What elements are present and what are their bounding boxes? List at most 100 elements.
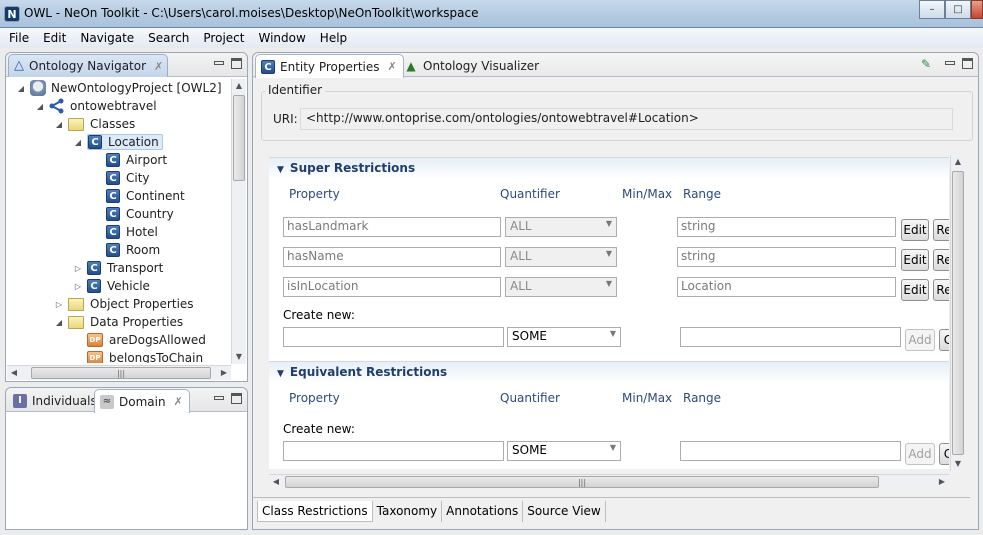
tree-item-content[interactable]: C Country: [106, 207, 174, 221]
scroll-thumb[interactable]: [233, 95, 245, 181]
property-field[interactable]: hasName: [283, 247, 501, 267]
tree-item-content[interactable]: C City: [106, 171, 150, 185]
tree-item[interactable]: C Country: [92, 205, 174, 223]
tree-item[interactable]: C Airport: [92, 151, 167, 169]
menu-help[interactable]: Help: [313, 28, 354, 48]
add-button[interactable]: Add: [905, 443, 935, 465]
scroll-thumb[interactable]: [952, 171, 964, 455]
scroll-thumb[interactable]: |||: [285, 476, 879, 488]
menu-window[interactable]: Window: [251, 28, 312, 48]
tab-ontology-navigator[interactable]: △ Ontology Navigator ✗: [8, 54, 168, 77]
equivalent-restrictions-header[interactable]: ▼ Equivalent Restrictions: [269, 361, 949, 383]
tree-item[interactable]: ◢ NewOntologyProject [OWL2]: [16, 79, 222, 97]
menu-navigate[interactable]: Navigate: [73, 28, 141, 48]
quantifier-combo[interactable]: ALL ▼: [505, 217, 617, 237]
expanded-twisty-icon[interactable]: ◢: [16, 84, 26, 93]
close-tab-icon[interactable]: ✗: [174, 395, 183, 408]
tree-item[interactable]: C Hotel: [92, 223, 158, 241]
scroll-thumb[interactable]: |||: [31, 367, 211, 379]
tree-item[interactable]: ◢ ontowebtravel: [35, 97, 157, 115]
add-button[interactable]: Add: [905, 329, 935, 351]
remove-button[interactable]: Re: [933, 219, 949, 241]
scroll-left-arrow[interactable]: ◀: [269, 475, 283, 489]
menu-search[interactable]: Search: [141, 28, 196, 48]
maximize-view-icon[interactable]: [962, 58, 973, 69]
new-range-field[interactable]: [680, 441, 901, 461]
tree-horizontal-scrollbar[interactable]: ◀ ||| ▶: [7, 365, 231, 380]
property-field[interactable]: hasLandmark: [283, 217, 501, 237]
minimize-view-icon[interactable]: [214, 396, 224, 400]
edit-pin-icon[interactable]: ✎: [921, 57, 931, 71]
tab-annotations[interactable]: Annotations: [442, 501, 524, 522]
tree-item[interactable]: C Continent: [92, 187, 185, 205]
tab-individuals[interactable]: I Individuals: [8, 389, 103, 412]
form-vertical-scrollbar[interactable]: ▲ ▼: [950, 155, 965, 471]
expanded-twisty-icon[interactable]: ◢: [54, 318, 64, 327]
tree-item-content[interactable]: C Airport: [106, 153, 167, 167]
uri-field[interactable]: <http://www.ontoprise.com/ontologies/ont…: [300, 108, 953, 130]
tree-item-content[interactable]: C Transport: [87, 261, 163, 275]
tree-item[interactable]: C City: [92, 169, 150, 187]
edit-button[interactable]: Edit: [901, 279, 929, 301]
tree-item-content[interactable]: DP areDogsAllowed: [87, 333, 206, 347]
close-tab-icon[interactable]: ✗: [154, 60, 163, 73]
tree-item[interactable]: DP areDogsAllowed: [73, 331, 206, 349]
tree-vertical-scrollbar[interactable]: ▲ ▼: [231, 79, 246, 364]
tree-item[interactable]: C Room: [92, 241, 160, 259]
scroll-right-arrow[interactable]: ▶: [217, 366, 231, 380]
tab-ontology-visualizer[interactable]: ▲ Ontology Visualizer: [399, 54, 545, 77]
quantifier-combo[interactable]: ALL ▼: [505, 277, 617, 297]
tree-item[interactable]: ◢ C Location: [73, 133, 163, 151]
edit-button[interactable]: Edit: [901, 219, 929, 241]
scroll-up-arrow[interactable]: ▲: [232, 79, 246, 93]
remove-button[interactable]: Re: [933, 279, 949, 301]
scroll-down-arrow[interactable]: ▼: [232, 350, 246, 364]
tree-item-content[interactable]: Object Properties: [68, 297, 194, 311]
close-tab-icon[interactable]: ✗: [388, 60, 397, 73]
tab-domain[interactable]: ≈ Domain ✗: [94, 389, 190, 413]
tree-item-content[interactable]: NewOntologyProject [OWL2]: [30, 80, 222, 96]
tree-item[interactable]: ◢ Data Properties: [54, 313, 183, 331]
clear-button[interactable]: C: [939, 329, 949, 351]
tree-item-content[interactable]: C Continent: [106, 189, 185, 203]
new-property-field[interactable]: [283, 441, 504, 461]
expanded-twisty-icon[interactable]: ◢: [35, 102, 45, 111]
new-range-field[interactable]: [680, 327, 901, 347]
form-horizontal-scrollbar[interactable]: ◀ ||| ▶: [269, 474, 949, 489]
tree-item-content[interactable]: C Vehicle: [87, 279, 150, 293]
scroll-left-arrow[interactable]: ◀: [7, 366, 21, 380]
remove-button[interactable]: Re: [933, 249, 949, 271]
maximize-view-icon[interactable]: [231, 58, 242, 69]
new-property-field[interactable]: [283, 327, 504, 347]
tree-item-content[interactable]: DP belongsToChain: [87, 351, 203, 363]
scroll-up-arrow[interactable]: ▲: [951, 155, 965, 169]
tree-item-content[interactable]: C Room: [106, 243, 160, 257]
collapsed-twisty-icon[interactable]: ▷: [54, 300, 64, 309]
tab-entity-properties[interactable]: C Entity Properties ✗: [255, 54, 404, 78]
minimize-view-icon[interactable]: [214, 61, 224, 65]
tree-item-content[interactable]: ontowebtravel: [49, 98, 157, 114]
new-quantifier-combo[interactable]: SOME ▼: [507, 327, 621, 347]
tab-class-restrictions[interactable]: Class Restrictions: [257, 501, 373, 522]
maximize-view-icon[interactable]: [231, 393, 242, 404]
tree-item[interactable]: ▷ Object Properties: [54, 295, 194, 313]
maximize-button[interactable]: □: [945, 0, 971, 19]
minimize-button[interactable]: –: [919, 0, 945, 19]
tab-taxonomy[interactable]: Taxonomy: [373, 501, 443, 522]
menu-edit[interactable]: Edit: [36, 28, 73, 48]
collapsed-twisty-icon[interactable]: ▷: [73, 282, 83, 291]
menu-file[interactable]: File: [2, 28, 36, 48]
range-field[interactable]: Location: [677, 277, 896, 297]
range-field[interactable]: string: [677, 247, 896, 267]
property-field[interactable]: isInLocation: [283, 277, 501, 297]
scroll-right-arrow[interactable]: ▶: [935, 475, 949, 489]
tree-item[interactable]: DP belongsToChain: [73, 349, 203, 363]
tree-item-content[interactable]: Classes: [68, 117, 135, 131]
super-restrictions-header[interactable]: ▼ Super Restrictions: [269, 157, 949, 179]
tree-item[interactable]: ▷ C Vehicle: [73, 277, 150, 295]
range-field[interactable]: string: [677, 217, 896, 237]
tree-item[interactable]: ▷ C Transport: [73, 259, 163, 277]
expanded-twisty-icon[interactable]: ◢: [73, 138, 83, 147]
edit-button[interactable]: Edit: [901, 249, 929, 271]
tree-item-content[interactable]: Data Properties: [68, 315, 183, 329]
